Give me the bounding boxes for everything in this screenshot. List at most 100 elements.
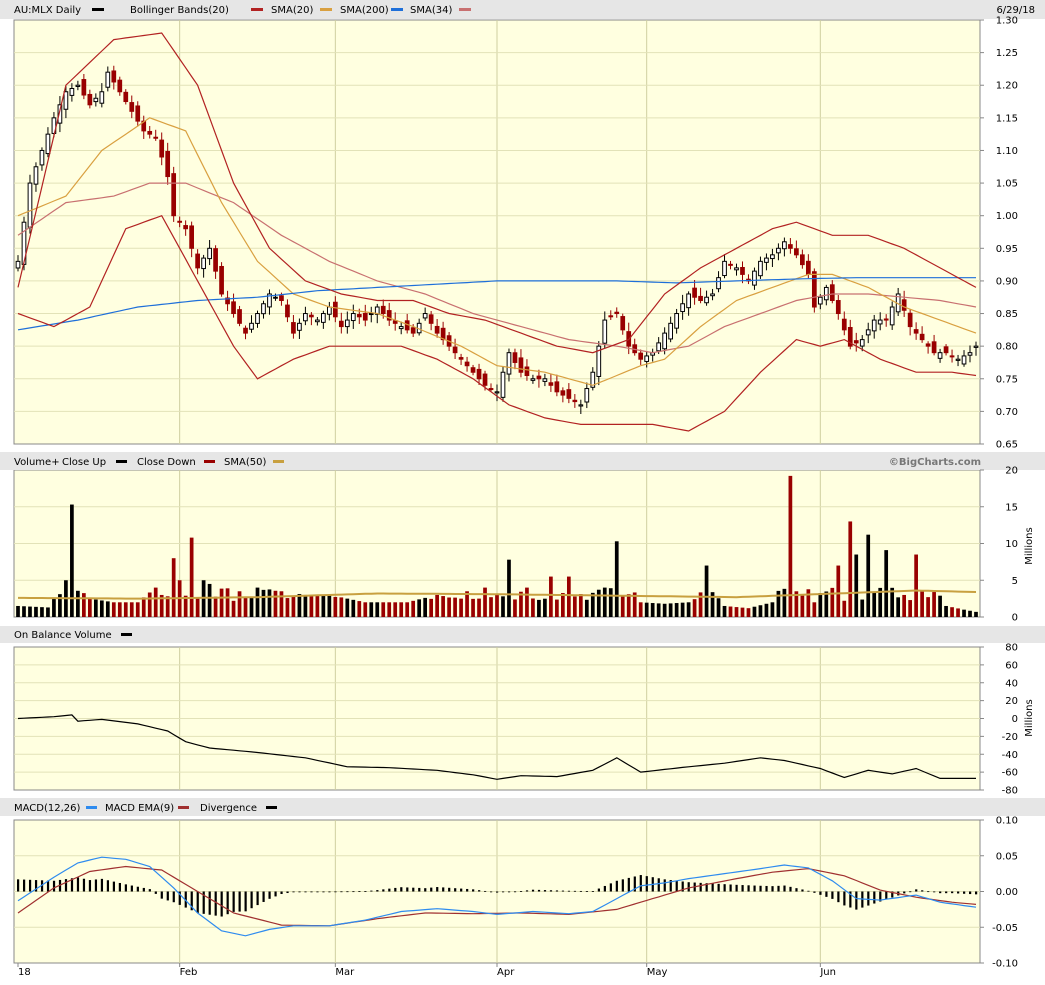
volume-bar — [614, 541, 619, 617]
divergence-bar — [256, 891, 259, 906]
volume-bar — [327, 594, 332, 617]
candle-body — [362, 312, 368, 321]
candle-body — [578, 404, 584, 407]
divergence-bar — [519, 891, 523, 892]
legend-close-up-swatch — [116, 460, 127, 463]
volume-bar — [339, 597, 344, 617]
ytick-label-macd-3: -0.05 — [992, 923, 1018, 934]
volume-bar — [842, 600, 847, 617]
volume-bar — [896, 597, 901, 617]
volume-bar — [105, 601, 110, 617]
divergence-bar — [771, 886, 774, 892]
ytick-label-obv-0: 80 — [1005, 643, 1018, 654]
volume-bar — [806, 589, 811, 617]
divergence-bar — [484, 890, 487, 892]
ytick-label-price-6: 1.00 — [996, 211, 1018, 222]
volume-bar — [782, 588, 787, 617]
candle-body — [81, 79, 87, 96]
divergence-bar — [490, 891, 493, 893]
macd-title: MACD(12,26) — [14, 803, 81, 814]
divergence-bar — [358, 891, 361, 893]
candle-body — [770, 254, 775, 260]
divergence-bar — [753, 885, 756, 892]
volume-bar — [153, 587, 158, 617]
candle-body — [811, 271, 817, 308]
ytick-label-obv-1: 60 — [1005, 660, 1018, 671]
volume-bar — [46, 607, 50, 617]
volume-bar — [752, 606, 757, 617]
volume-bar — [309, 594, 314, 617]
candle-body — [117, 79, 123, 93]
divergence-bar — [94, 879, 98, 892]
volume-bar — [351, 599, 356, 617]
volume-bar — [34, 606, 38, 617]
candle-body — [261, 303, 266, 315]
divergence-bar — [412, 887, 415, 892]
candle-body — [249, 322, 254, 330]
volume-bar — [728, 606, 733, 617]
divergence-bar — [340, 891, 343, 893]
candle-body — [63, 91, 69, 110]
macd-ema-label: MACD EMA(9) — [105, 803, 174, 814]
volume-bar — [537, 599, 541, 617]
volume-bar — [411, 600, 416, 617]
divergence-bar — [28, 879, 32, 892]
divergence-bar — [657, 878, 660, 892]
candle-body — [949, 355, 955, 358]
volume-bar — [111, 602, 116, 617]
divergence-bar — [933, 891, 936, 893]
candle-body — [740, 266, 745, 275]
divergence-bar — [525, 890, 529, 892]
volume-bar — [974, 611, 978, 617]
candle-body — [524, 366, 530, 377]
divergence-bar — [867, 891, 870, 906]
candle-body — [680, 303, 685, 313]
candle-body — [973, 345, 979, 348]
divergence-bar — [196, 891, 199, 913]
candle-body — [33, 166, 39, 185]
volume-bar — [584, 599, 589, 617]
candle-body — [350, 313, 356, 322]
legend-macd-swatch — [86, 806, 97, 809]
volume-bar — [740, 607, 745, 617]
divergence-bar — [430, 887, 433, 892]
volume-bar — [590, 592, 595, 617]
divergence-bar — [466, 888, 469, 892]
candle-body — [123, 91, 129, 103]
candle-body — [458, 357, 464, 360]
volume-bar — [561, 593, 565, 617]
volume-bar — [626, 594, 631, 617]
candle-body — [488, 388, 494, 391]
divergence-bar — [951, 891, 954, 894]
divergence-bar — [639, 875, 642, 892]
volume-bar — [147, 592, 152, 617]
candle-body — [15, 260, 21, 269]
ytick-label-obv-8: -80 — [1002, 786, 1018, 797]
volume-bar — [812, 602, 817, 617]
volume-bar — [117, 602, 122, 617]
volume-bar — [962, 609, 966, 617]
divergence-bar — [687, 882, 690, 892]
candle-body — [207, 247, 212, 260]
divergence-bar — [328, 891, 331, 893]
candle-body — [153, 136, 159, 139]
volume-bar — [956, 608, 960, 617]
divergence-bar — [909, 891, 912, 893]
divergence-bar — [567, 890, 571, 892]
volume-bar — [650, 603, 655, 617]
volume-bar — [52, 598, 56, 617]
ytick-label-obv-4: 0 — [1012, 714, 1018, 725]
divergence-bar — [148, 889, 151, 892]
volume-bar — [243, 596, 248, 617]
candle-body — [752, 270, 757, 286]
volume-bar — [423, 597, 428, 617]
volume-bar — [429, 598, 433, 617]
candle-body — [889, 306, 895, 326]
divergence-bar — [166, 891, 169, 901]
volume-bar — [99, 600, 104, 617]
legend-close-down-swatch — [204, 460, 215, 463]
divergence-bar — [262, 891, 265, 902]
volume-bar — [291, 596, 296, 617]
divergence-bar — [406, 887, 409, 892]
divergence-bar — [915, 889, 918, 892]
